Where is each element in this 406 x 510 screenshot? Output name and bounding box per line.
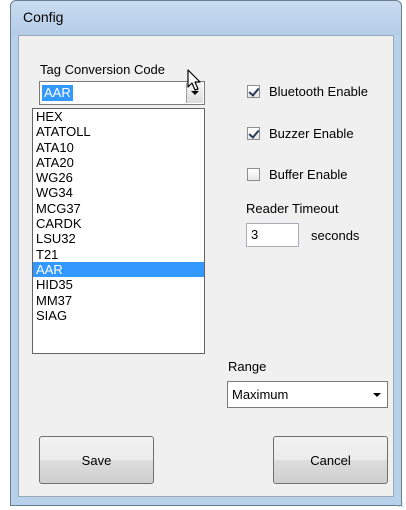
dropdown-option[interactable]: ATATOLL bbox=[33, 124, 204, 139]
checkbox-box[interactable] bbox=[247, 127, 260, 140]
dropdown-option[interactable]: T21 bbox=[33, 247, 204, 262]
resize-grip-icon[interactable] bbox=[394, 498, 404, 508]
tag-conversion-combo[interactable]: AAR bbox=[39, 81, 205, 105]
dropdown-option[interactable]: HEX bbox=[33, 109, 204, 124]
dropdown-option[interactable]: WG34 bbox=[33, 185, 204, 200]
save-button[interactable]: Save bbox=[39, 436, 154, 484]
buzzer-enable-checkbox[interactable]: Buzzer Enable bbox=[247, 126, 354, 141]
dropdown-option[interactable]: HID35 bbox=[33, 277, 204, 292]
buffer-enable-checkbox[interactable]: Buffer Enable bbox=[247, 167, 348, 182]
dropdown-option-selected[interactable]: AAR bbox=[33, 261, 204, 278]
reader-timeout-input[interactable]: 3 bbox=[246, 223, 299, 247]
dropdown-option[interactable]: ATA20 bbox=[33, 155, 204, 170]
range-combo[interactable]: Maximum bbox=[227, 381, 388, 408]
checkbox-box[interactable] bbox=[247, 168, 260, 181]
reader-timeout-label: Reader Timeout bbox=[246, 201, 339, 216]
range-label: Range bbox=[228, 359, 267, 374]
mouse-pointer-icon bbox=[187, 69, 201, 91]
reader-timeout-unit: seconds bbox=[311, 228, 360, 243]
dropdown-option[interactable]: CARDK bbox=[33, 216, 204, 231]
checkbox-box[interactable] bbox=[247, 85, 260, 98]
window-title: Config bbox=[23, 9, 64, 25]
cancel-button[interactable]: Cancel bbox=[273, 436, 388, 484]
dropdown-option[interactable]: WG26 bbox=[33, 170, 204, 185]
bluetooth-enable-label: Bluetooth Enable bbox=[269, 84, 369, 99]
dropdown-option[interactable]: SIAG bbox=[33, 308, 204, 323]
dropdown-option[interactable]: ATA10 bbox=[33, 140, 204, 155]
dropdown-option[interactable]: MCG37 bbox=[33, 201, 204, 216]
buzzer-enable-label: Buzzer Enable bbox=[269, 126, 354, 141]
tag-conversion-dropdown-list[interactable]: HEX ATATOLL ATA10 ATA20 WG26 WG34 MCG37 … bbox=[32, 108, 205, 354]
range-dropdown-button[interactable] bbox=[373, 393, 381, 397]
buffer-enable-label: Buffer Enable bbox=[269, 167, 348, 182]
tag-conversion-value: AAR bbox=[42, 85, 73, 101]
title-bar[interactable]: Config bbox=[11, 1, 401, 35]
dropdown-option[interactable]: MM37 bbox=[33, 293, 204, 308]
range-value: Maximum bbox=[232, 387, 289, 402]
checkmark-icon bbox=[248, 127, 260, 139]
bluetooth-enable-checkbox[interactable]: Bluetooth Enable bbox=[247, 84, 368, 99]
checkmark-icon bbox=[248, 85, 260, 97]
tag-conversion-label: Tag Conversion Code bbox=[40, 62, 166, 77]
dropdown-option[interactable]: LSU32 bbox=[33, 231, 204, 246]
chevron-down-icon bbox=[373, 393, 381, 397]
